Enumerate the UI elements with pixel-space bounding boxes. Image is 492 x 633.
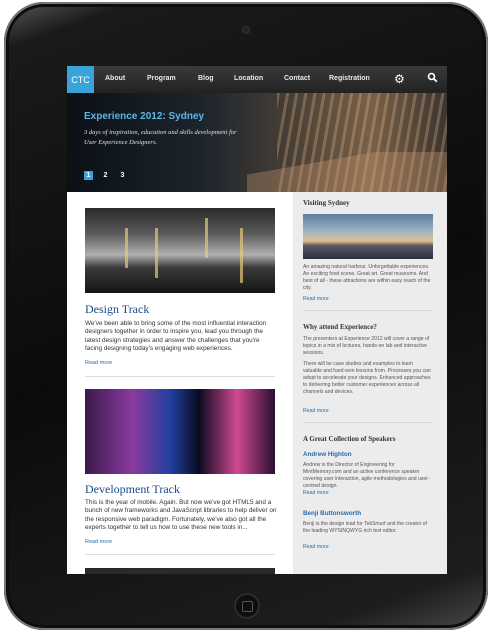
- hero-description: 3 days of inspiration, education and ski…: [84, 129, 237, 146]
- top-nav: CTC About Program Blog Location Contact …: [67, 66, 447, 93]
- main-column: Design Track We've been able to bring so…: [67, 192, 293, 574]
- speaker-read-more[interactable]: Read more: [303, 490, 329, 496]
- speaker-bio: Benji is the design lead for TekSmurf an…: [303, 521, 427, 534]
- visiting-text: An amazing natural harbour. Unforgettabl…: [303, 264, 431, 291]
- home-button[interactable]: [234, 593, 260, 619]
- speaker-name[interactable]: Benji Buttonsworth: [303, 510, 361, 517]
- why-read-more[interactable]: Read more: [303, 408, 329, 414]
- article-divider: [85, 554, 275, 555]
- home-square-icon: [242, 601, 253, 612]
- sidebar-divider: [303, 422, 433, 423]
- nav-item-blog[interactable]: Blog: [198, 75, 214, 82]
- article-text-development: This is the year of mobile. Again. But n…: [85, 499, 277, 531]
- nav-item-contact[interactable]: Contact: [284, 75, 310, 82]
- pager-page-2[interactable]: 2: [101, 171, 110, 180]
- why-text-1: The presenters at Experience 2012 will c…: [303, 336, 430, 356]
- search-icon[interactable]: [427, 72, 438, 87]
- article-divider: [85, 376, 275, 377]
- article-title-development[interactable]: Development Track: [85, 482, 180, 497]
- front-camera: [242, 26, 250, 34]
- hero-deck: [247, 152, 447, 192]
- speaker-name[interactable]: Andrew Highton: [303, 451, 352, 458]
- pager-page-1[interactable]: 1: [84, 171, 93, 180]
- gear-icon[interactable]: ⚙: [394, 72, 405, 86]
- speaker-read-more[interactable]: Read more: [303, 544, 329, 550]
- nav-item-registration[interactable]: Registration: [329, 75, 370, 82]
- why-heading: Why attend Experience?: [303, 323, 377, 331]
- third-article-image[interactable]: [85, 568, 275, 574]
- design-track-image[interactable]: [85, 208, 275, 293]
- hero-banner: Experience 2012: Sydney 3 days of inspir…: [67, 93, 447, 192]
- article-text-design: We've been able to bring some of the mos…: [85, 320, 267, 352]
- logo[interactable]: CTC: [67, 66, 94, 93]
- hero-title: Experience 2012: Sydney: [84, 111, 205, 122]
- sydney-image[interactable]: [303, 214, 433, 259]
- why-text-2: There will be case studies and examples …: [303, 361, 431, 395]
- speaker-bio: Andrew is the Director of Engineering fo…: [303, 462, 430, 489]
- read-more-design[interactable]: Read more: [85, 360, 112, 366]
- visiting-heading: Visiting Sydney: [303, 199, 350, 207]
- speakers-heading: A Great Collection of Speakers: [303, 435, 396, 443]
- pager-page-3[interactable]: 3: [118, 171, 127, 180]
- visiting-read-more[interactable]: Read more: [303, 296, 329, 302]
- read-more-development[interactable]: Read more: [85, 539, 112, 545]
- hero-pager: 1 2 3: [84, 171, 127, 180]
- sidebar-divider: [303, 310, 433, 311]
- development-track-image[interactable]: [85, 389, 275, 474]
- nav-item-about[interactable]: About: [105, 75, 125, 82]
- nav-item-program[interactable]: Program: [147, 75, 176, 82]
- screen: CTC About Program Blog Location Contact …: [67, 66, 447, 574]
- article-title-design[interactable]: Design Track: [85, 302, 149, 317]
- nav-item-location[interactable]: Location: [234, 75, 263, 82]
